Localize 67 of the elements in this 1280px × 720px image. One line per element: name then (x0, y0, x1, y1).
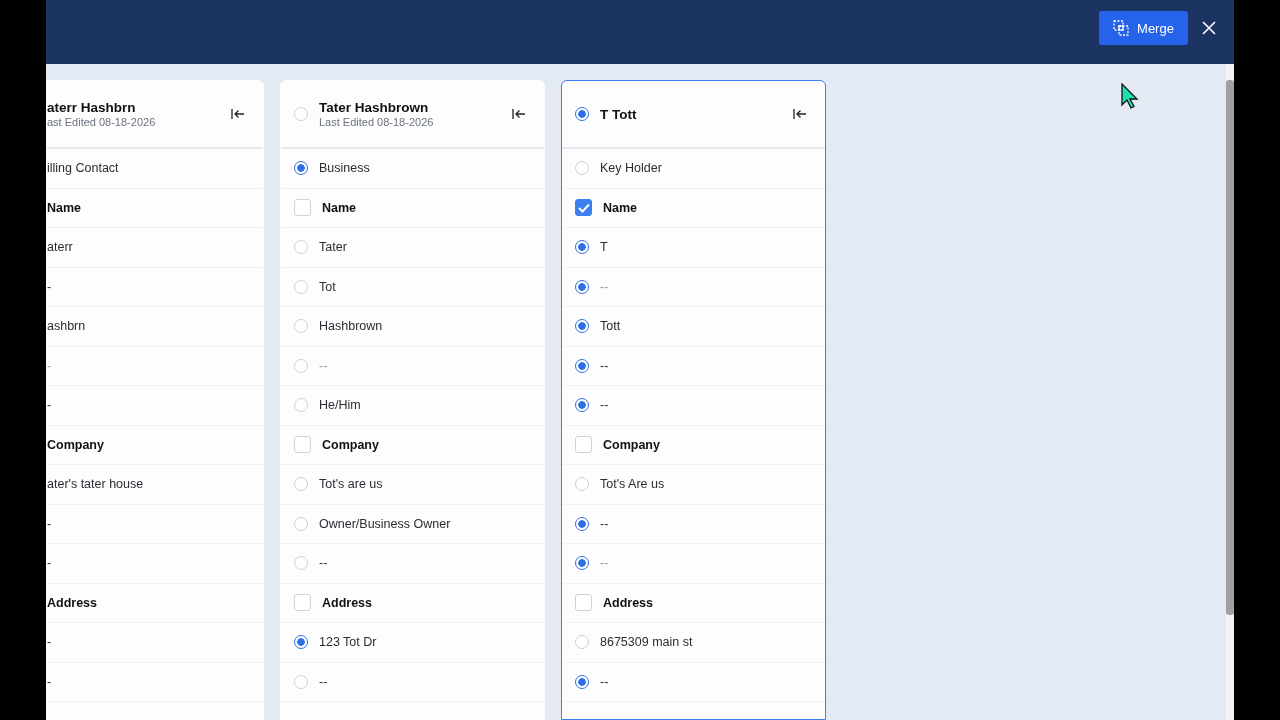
section-label: Name (322, 200, 357, 215)
field-value: -- (600, 398, 609, 413)
record-title: Tater Hashbrown (319, 100, 430, 115)
collapse-icon[interactable] (512, 108, 526, 120)
field-value: Tater (319, 240, 347, 255)
field-value: - (47, 556, 52, 571)
field-value: ashbrn (47, 319, 86, 334)
merge-button[interactable]: Merge (1099, 11, 1188, 45)
section-label: Address (47, 595, 98, 610)
radio-button[interactable] (575, 319, 589, 334)
field-value: -- (600, 279, 609, 294)
field-value: aterr (47, 240, 73, 255)
section-label: Name (603, 200, 638, 215)
field-value: illing Contact (47, 161, 119, 176)
radio-button[interactable] (294, 161, 308, 176)
field-value: Key Holder (600, 161, 662, 176)
field-value: - (47, 398, 52, 413)
field-value: Business (319, 161, 370, 176)
radio-button[interactable] (575, 240, 589, 255)
field-value: -- (319, 556, 328, 571)
last-edited-text: ast Edited 08-18-2026 (47, 116, 157, 128)
section-label: Address (603, 595, 654, 610)
record-title: aterr Hashbrn (47, 100, 137, 115)
field-value: He/Him (319, 398, 361, 413)
field-value: -- (600, 674, 609, 689)
radio-button[interactable] (575, 516, 589, 531)
field-value: Hashbrown (319, 319, 383, 334)
checkbox[interactable] (575, 199, 592, 217)
record-title: T Tott (600, 106, 638, 122)
field-value: - (47, 674, 52, 689)
collapse-icon[interactable] (231, 108, 245, 120)
field-value: 123 Tot Dr (319, 635, 377, 650)
merge-icon (1113, 20, 1130, 36)
radio-button[interactable] (575, 358, 589, 373)
section-label: Company (47, 437, 104, 452)
field-value: ater's tater house (47, 477, 144, 492)
field-value: -- (319, 674, 328, 689)
section-label: Company (322, 437, 379, 452)
field-value: Tott (600, 319, 621, 334)
field-value: 8675309 main st (600, 635, 693, 650)
field-value: T (600, 240, 608, 255)
field-value: - (47, 516, 52, 531)
radio-button[interactable] (575, 398, 589, 413)
radio-button[interactable] (294, 635, 308, 650)
field-value: - (47, 358, 52, 373)
field-value: - (47, 635, 52, 650)
field-value: -- (600, 516, 609, 531)
collapse-icon[interactable] (793, 108, 807, 120)
field-value: -- (319, 358, 328, 373)
field-value: Tot's are us (319, 477, 383, 492)
field-value: Tot's Are us (600, 477, 665, 492)
section-label: Address (322, 595, 373, 610)
radio-button[interactable] (575, 556, 589, 571)
section-label: Company (603, 437, 660, 452)
radio-button[interactable] (575, 674, 589, 689)
close-icon (1202, 21, 1216, 35)
radio-button[interactable] (575, 279, 589, 294)
field-value: -- (600, 358, 609, 373)
field-value: Tot (319, 279, 336, 294)
field-value: - (47, 279, 52, 294)
field-value: -- (600, 556, 609, 571)
scrollbar[interactable] (1226, 64, 1234, 720)
section-label: Name (47, 200, 82, 215)
radio-button[interactable] (575, 107, 589, 121)
field-value: Owner/Business Owner (319, 516, 451, 531)
last-edited-text: Last Edited 08-18-2026 (319, 116, 435, 128)
cursor-icon (1121, 83, 1139, 109)
